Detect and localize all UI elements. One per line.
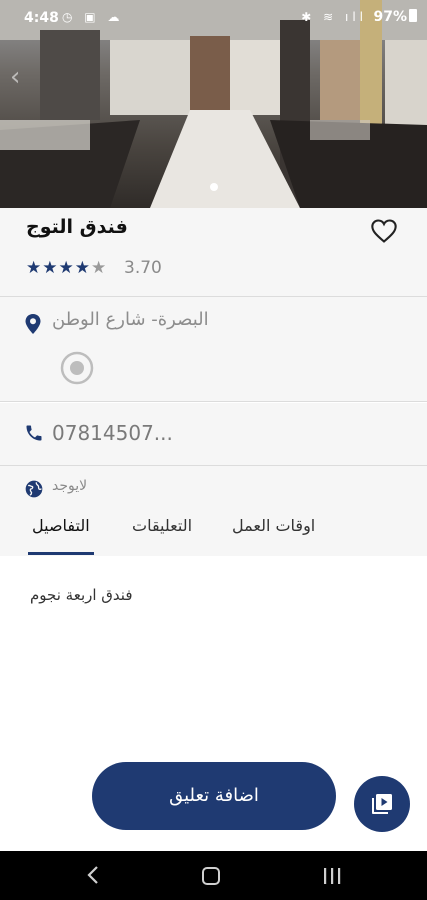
video-library-icon	[372, 794, 392, 814]
website-and-tabs: لايوجد اوقات العمل التعليقات التفاصيل	[0, 466, 427, 556]
status-bar: 4:48 ◷ ▣ ☁ ✱ ≋ ıll 97%	[0, 0, 427, 38]
address-section: البصرة- شارع الوطن	[0, 297, 427, 401]
carousel-indicator	[0, 176, 427, 195]
detail-tabs: اوقات العمل التعليقات التفاصيل	[0, 508, 427, 556]
star-icon: ★	[58, 258, 75, 278]
phone-section[interactable]: 07814507...	[0, 403, 427, 465]
heart-icon[interactable]	[370, 218, 398, 244]
battery-percent: 97%	[373, 9, 407, 25]
rating-value: 3.70	[124, 258, 162, 278]
tab-comments[interactable]: التعليقات	[132, 516, 192, 535]
divider	[0, 401, 427, 402]
address-text: البصرة- شارع الوطن	[52, 309, 209, 330]
add-comment-button[interactable]: اضافة تعليق	[92, 762, 336, 830]
place-header: فندق التوج ★★★★★ 3.70	[0, 208, 427, 296]
star-icon: ★	[74, 258, 91, 278]
carousel-dot	[209, 183, 218, 191]
tab-working-hours[interactable]: اوقات العمل	[232, 516, 315, 535]
status-time: 4:48	[24, 10, 59, 26]
system-nav-bar	[0, 851, 427, 900]
star-icon: ★	[42, 258, 59, 278]
tab-details[interactable]: التفاصيل	[32, 516, 90, 535]
place-title: فندق التوج	[26, 216, 128, 238]
target-icon[interactable]	[60, 351, 94, 385]
video-button[interactable]	[354, 776, 410, 832]
active-tab-indicator	[28, 552, 94, 555]
battery-indicator: 97%	[373, 9, 417, 25]
globe-icon	[25, 480, 43, 498]
connectivity-icons: ✱ ≋ ıll	[301, 10, 367, 24]
home-icon[interactable]	[202, 867, 220, 885]
phone-number[interactable]: 07814507...	[52, 421, 173, 445]
star-icon: ★	[26, 258, 43, 278]
back-icon[interactable]	[84, 863, 102, 887]
notification-icons: ◷ ▣ ☁	[62, 10, 124, 24]
star-empty-icon: ★	[91, 258, 108, 278]
place-description: فندق اربعة نجوم	[30, 586, 133, 604]
map-pin-icon	[25, 314, 41, 334]
previous-photo-icon[interactable]: ‹	[10, 62, 20, 92]
rating-stars: ★★★★★	[26, 258, 107, 278]
website-text: لايوجد	[52, 478, 88, 494]
battery-icon	[409, 9, 417, 22]
recent-apps-icon[interactable]	[322, 867, 342, 885]
phone-icon	[26, 425, 42, 441]
